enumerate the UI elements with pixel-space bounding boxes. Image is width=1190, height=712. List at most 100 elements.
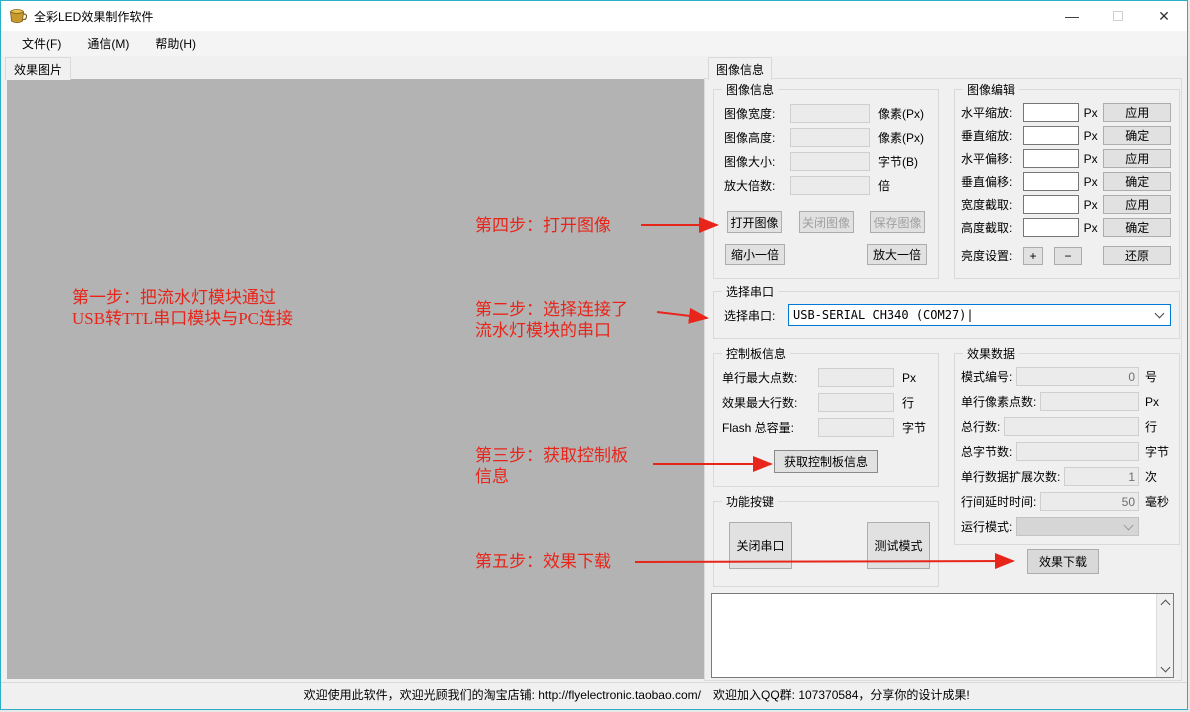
save-image-button[interactable]: 保存图像 [870,211,925,233]
image-width-input[interactable] [790,104,870,123]
zoom-factor-row: 放大倍数: 倍 [724,176,928,195]
open-image-button[interactable]: 打开图像 [727,211,782,233]
group-image-info-title: 图像信息 [722,81,779,98]
app-cup-icon [10,8,27,23]
scroll-down-icon[interactable] [1157,660,1174,677]
line-delay-row: 行间延时时间: 毫秒 [961,492,1173,511]
group-serial-title: 选择串口 [722,283,779,300]
test-mode-button[interactable]: 测试模式 [867,522,930,569]
max-lines-row: 效果最大行数: 行 [722,393,930,412]
status-shop-text: 欢迎使用此软件，欢迎光顾我们的淘宝店铺: http://flyelectroni… [303,687,701,702]
image-width-row: 图像宽度: 像素(Px) [724,104,928,123]
total-bytes-row: 总字节数: 字节 [961,442,1173,461]
serial-port-select[interactable]: USB-SERIAL CH340 (COM27)| [788,304,1171,326]
minimize-icon[interactable]: — [1049,1,1095,31]
maximize-icon[interactable] [1095,1,1141,31]
h-offset-apply-button[interactable]: 应用 [1103,149,1171,168]
width-crop-row: 宽度截取: Px 应用 [961,195,1171,214]
flash-capacity-input[interactable] [818,418,894,437]
group-function-keys: 功能按键 关闭串口 测试模式 [713,493,939,587]
pixels-per-line-input[interactable] [1040,392,1139,411]
scroll-up-icon[interactable] [1157,594,1174,611]
tab-effect-picture[interactable]: 效果图片 [5,57,71,80]
image-height-input[interactable] [790,128,870,147]
close-icon[interactable]: ✕ [1141,1,1187,31]
close-image-button[interactable]: 关闭图像 [798,211,854,233]
h-scale-input[interactable] [1022,103,1079,122]
group-effect-data: 效果数据 模式编号: 号 单行像素点数: Px 总行数: 行 总字节数: 字节 … [954,345,1180,545]
group-image-edit: 图像编辑 水平缩放: Px 应用 垂直缩放: Px 确定 水平偏移: Px 应用… [954,81,1180,279]
menu-communication[interactable]: 通信(M) [74,31,142,56]
line-expand-row: 单行数据扩展次数: 次 [961,467,1173,486]
status-bar: 欢迎使用此软件，欢迎光顾我们的淘宝店铺: http://flyelectroni… [1,682,1187,705]
log-output-text [712,594,1156,677]
title-bar: 全彩LED效果制作软件 — ✕ [1,1,1187,31]
height-crop-confirm-button[interactable]: 确定 [1103,218,1171,237]
group-image-edit-title: 图像编辑 [963,81,1020,98]
max-lines-input[interactable] [818,393,894,412]
v-scale-confirm-button[interactable]: 确定 [1103,126,1171,145]
mode-number-row: 模式编号: 号 [961,367,1173,386]
log-scrollbar[interactable] [1156,594,1173,677]
total-lines-row: 总行数: 行 [961,417,1173,436]
brightness-plus-button[interactable]: + [1023,246,1043,265]
zoom-in-button[interactable]: 放大一倍 [867,244,927,265]
v-scale-input[interactable] [1022,126,1079,145]
run-mode-select[interactable] [1016,517,1139,536]
window-controls: — ✕ [1049,1,1187,31]
annotation-step2: 第二步：选择连接了 流水灯模块的串口 [475,300,628,340]
width-crop-input[interactable] [1022,195,1079,214]
annotation-step5: 第五步：效果下载 [475,552,611,571]
h-scale-apply-button[interactable]: 应用 [1103,103,1171,122]
mode-number-input[interactable] [1016,367,1139,386]
menu-file[interactable]: 文件(F) [9,31,74,56]
chevron-down-icon [1123,520,1134,530]
height-crop-input[interactable] [1022,218,1079,237]
image-height-row: 图像高度: 像素(Px) [724,128,928,147]
v-offset-row: 垂直偏移: Px 确定 [961,172,1171,191]
get-board-info-button[interactable]: 获取控制板信息 [774,450,878,473]
h-offset-row: 水平偏移: Px 应用 [961,149,1171,168]
brightness-reset-button[interactable]: 还原 [1103,246,1171,265]
app-window: 全彩LED效果制作软件 — ✕ 文件(F) 通信(M) 帮助(H) 效果图片 第… [0,0,1188,710]
line-delay-input[interactable] [1040,492,1139,511]
menu-help[interactable]: 帮助(H) [142,31,209,56]
image-size-input[interactable] [790,152,870,171]
total-lines-input[interactable] [1004,417,1139,436]
max-points-row: 单行最大点数: Px [722,368,930,387]
chevron-down-icon[interactable] [1154,308,1165,319]
flash-capacity-row: Flash 总容量: 字节 [722,418,930,437]
group-serial-select: 选择串口 选择串口: USB-SERIAL CH340 (COM27)| [713,283,1180,339]
group-image-info: 图像信息 图像宽度: 像素(Px) 图像高度: 像素(Px) 图像大小: 字节(… [713,81,939,279]
window-title: 全彩LED效果制作软件 [34,9,154,24]
h-offset-input[interactable] [1022,149,1079,168]
tab-image-info[interactable]: 图像信息 [708,57,772,80]
height-crop-row: 高度截取: Px 确定 [961,218,1171,237]
menu-bar: 文件(F) 通信(M) 帮助(H) [1,31,1187,56]
status-qq-text: 欢迎加入QQ群: 107370584，分享你的设计成果! [713,687,970,702]
v-offset-input[interactable] [1022,172,1079,191]
log-output-box[interactable] [711,593,1174,678]
run-mode-row: 运行模式: [961,517,1173,536]
v-offset-confirm-button[interactable]: 确定 [1103,172,1171,191]
brightness-minus-button[interactable]: − [1054,246,1082,265]
group-function-keys-title: 功能按键 [722,493,779,510]
max-points-input[interactable] [818,368,894,387]
close-serial-button[interactable]: 关闭串口 [729,522,792,569]
annotation-step4: 第四步：打开图像 [475,216,611,235]
brightness-row: 亮度设置: + − 还原 [961,246,1171,265]
serial-port-value: USB-SERIAL CH340 (COM27)| [793,308,974,322]
zoom-out-button[interactable]: 缩小一倍 [725,244,785,265]
effect-picture-canvas [7,79,704,679]
h-scale-row: 水平缩放: Px 应用 [961,103,1171,122]
image-size-row: 图像大小: 字节(B) [724,152,928,171]
v-scale-row: 垂直缩放: Px 确定 [961,126,1171,145]
annotation-step1: 第一步：把流水灯模块通过 USB转TTL串口模块与PC连接 [72,288,294,328]
line-expand-input[interactable] [1064,467,1139,486]
group-board-info-title: 控制板信息 [722,345,791,362]
zoom-factor-input[interactable] [790,176,870,195]
width-crop-apply-button[interactable]: 应用 [1103,195,1171,214]
effect-download-button[interactable]: 效果下载 [1027,549,1099,574]
group-board-info: 控制板信息 单行最大点数: Px 效果最大行数: 行 Flash 总容量: 字节… [713,345,939,487]
total-bytes-input[interactable] [1016,442,1139,461]
